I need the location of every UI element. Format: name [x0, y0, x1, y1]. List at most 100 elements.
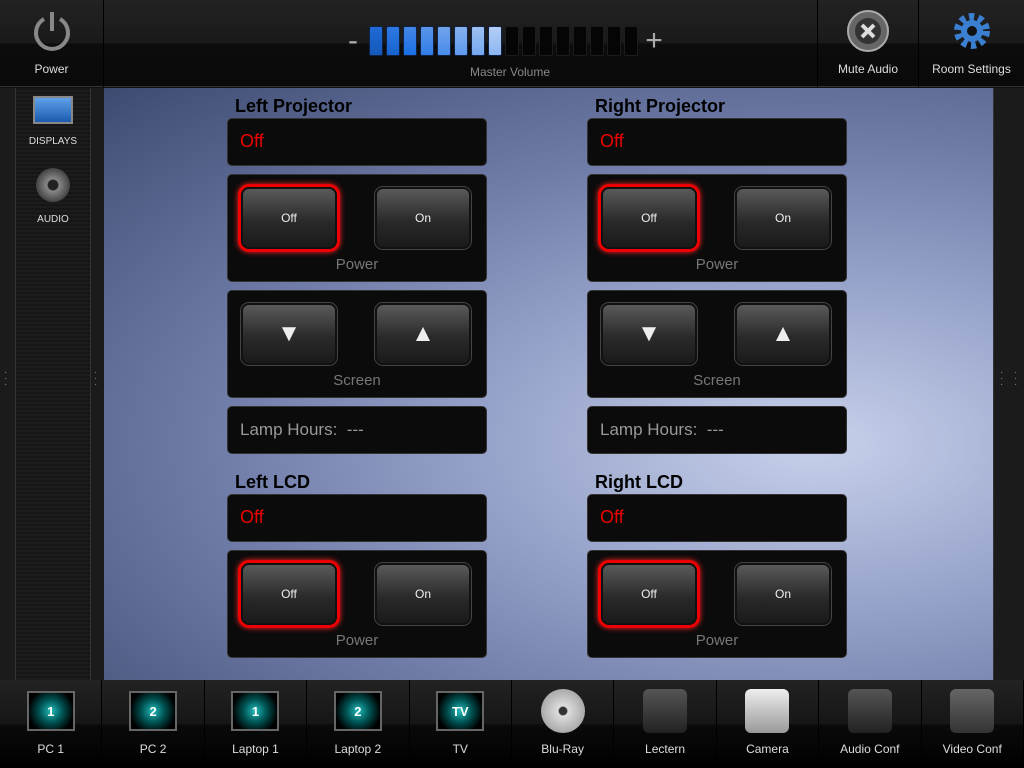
lamp-value: ---	[706, 420, 724, 439]
volume-segment[interactable]	[607, 26, 621, 56]
audio-label: AUDIO	[37, 214, 69, 225]
screen-label: Screen	[693, 372, 741, 389]
power-label: Power	[695, 256, 739, 273]
source-button-audio-conf[interactable]: Audio Conf	[819, 680, 922, 768]
volume-segment[interactable]	[590, 26, 604, 56]
master-volume[interactable]: - +	[340, 26, 667, 56]
sidebar-item-audio[interactable]: AUDIO	[15, 168, 91, 225]
tv-icon: TV	[436, 691, 485, 731]
device-title: Left LCD	[235, 472, 310, 492]
camera-icon	[745, 689, 790, 733]
source-label: Blu-Ray	[541, 742, 584, 756]
source-button-lectern[interactable]: Lectern	[614, 680, 717, 768]
source-label: Audio Conf	[840, 742, 900, 756]
mute-icon	[847, 10, 889, 52]
volume-bar[interactable]	[369, 26, 638, 56]
power-label: Power	[34, 62, 69, 76]
power-off-button[interactable]: Off	[241, 563, 337, 625]
mute-label: Mute Audio	[837, 62, 899, 76]
arrow-up-icon: ▲	[411, 320, 435, 347]
source-button-laptop-2[interactable]: 2 Laptop 2	[307, 680, 410, 768]
power-on-button[interactable]: On	[375, 563, 471, 625]
lamp-label: Lamp Hours:	[240, 420, 338, 439]
power-label: Power	[335, 256, 379, 273]
conference-phone-icon	[847, 689, 892, 733]
source-label: Video Conf	[942, 742, 1002, 756]
displays-label: DISPLAYS	[28, 136, 78, 147]
power-controls: Off On Power	[587, 174, 847, 282]
power-button[interactable]: Power	[0, 0, 104, 87]
power-icon	[33, 12, 70, 51]
source-button-tv[interactable]: TV TV	[410, 680, 512, 768]
source-button-pc-2[interactable]: 2 PC 2	[102, 680, 205, 768]
lectern-icon	[643, 689, 688, 733]
volume-segment[interactable]	[488, 26, 502, 56]
source-label: PC 2	[139, 742, 167, 756]
volume-segment[interactable]	[573, 26, 587, 56]
volume-segment[interactable]	[403, 26, 417, 56]
lamp-value: ---	[346, 420, 364, 439]
power-on-button[interactable]: On	[375, 187, 471, 249]
room-settings-button[interactable]: Room Settings	[919, 0, 1024, 87]
video-conference-icon	[950, 689, 995, 733]
power-off-button[interactable]: Off	[601, 563, 697, 625]
screen-up-button[interactable]: ▲	[375, 303, 471, 365]
lamp-hours: Lamp Hours: ---	[587, 406, 847, 454]
top-bar: Power - + Master Volume Mute Audio Room …	[0, 0, 1024, 87]
volume-segment[interactable]	[556, 26, 570, 56]
source-button-video-conf[interactable]: Video Conf	[922, 680, 1024, 768]
volume-segment[interactable]	[624, 26, 638, 56]
display-icon	[33, 96, 73, 124]
source-button-blu-ray[interactable]: Blu-Ray	[512, 680, 615, 768]
right-projector: Right Projector Off Off On Power ▼ ▲ Scr…	[587, 96, 847, 462]
device-title: Left Projector	[235, 96, 353, 116]
lamp-hours: Lamp Hours: ---	[227, 406, 487, 454]
displays-panel: Left Projector Off Off On Power ▼ ▲ Scre…	[104, 88, 993, 680]
sidebar-item-displays[interactable]: DISPLAYS	[15, 96, 91, 147]
volume-segment[interactable]	[369, 26, 383, 56]
volume-segment[interactable]	[471, 26, 485, 56]
screen-controls: ▼ ▲ Screen	[227, 290, 487, 398]
source-button-pc-1[interactable]: 1 PC 1	[0, 680, 103, 768]
source-label: PC 1	[37, 742, 65, 756]
power-controls: Off On Power	[227, 174, 487, 282]
bluray-disc-icon	[540, 689, 585, 733]
status-display: Off	[227, 118, 487, 166]
screen-label: Screen	[333, 372, 381, 389]
status-display: Off	[227, 494, 487, 542]
volume-segment[interactable]	[437, 26, 451, 56]
power-off-button[interactable]: Off	[241, 187, 337, 249]
right-lcd: Right LCD Off Off On Power	[587, 472, 847, 666]
volume-segment[interactable]	[386, 26, 400, 56]
power-on-button[interactable]: On	[735, 187, 831, 249]
laptop-icon: 2	[333, 691, 382, 731]
volume-segment[interactable]	[454, 26, 468, 56]
source-button-camera[interactable]: Camera	[717, 680, 820, 768]
source-label: Lectern	[645, 742, 686, 756]
volume-up-button[interactable]: +	[641, 26, 667, 56]
source-label: Laptop 1	[232, 742, 279, 756]
status-display: Off	[587, 118, 847, 166]
volume-segment[interactable]	[505, 26, 519, 56]
power-on-button[interactable]: On	[735, 563, 831, 625]
device-title: Right LCD	[595, 472, 683, 492]
screen-controls: ▼ ▲ Screen	[587, 290, 847, 398]
power-label: Power	[335, 632, 379, 649]
volume-segment[interactable]	[539, 26, 553, 56]
source-label: TV	[452, 742, 468, 756]
screen-down-button[interactable]: ▼	[601, 303, 697, 365]
screen-up-button[interactable]: ▲	[735, 303, 831, 365]
source-button-laptop-1[interactable]: 1 Laptop 1	[205, 680, 308, 768]
right-handle[interactable]: · · · · · ·	[993, 88, 1024, 680]
device-title: Right Projector	[595, 96, 726, 116]
source-label: Camera	[746, 742, 789, 756]
volume-segment[interactable]	[522, 26, 536, 56]
volume-segment[interactable]	[420, 26, 434, 56]
power-off-button[interactable]: Off	[601, 187, 697, 249]
power-label: Power	[695, 632, 739, 649]
left-projector: Left Projector Off Off On Power ▼ ▲ Scre…	[227, 96, 487, 462]
screen-down-button[interactable]: ▼	[241, 303, 337, 365]
mute-audio-button[interactable]: Mute Audio	[817, 0, 919, 87]
volume-down-button[interactable]: -	[340, 26, 366, 56]
status-display: Off	[587, 494, 847, 542]
